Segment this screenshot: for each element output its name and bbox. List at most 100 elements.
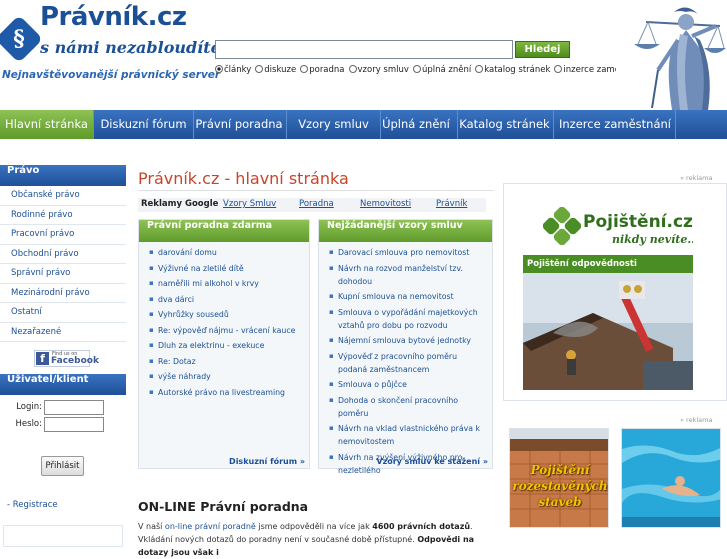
sidebar-law-item[interactable]: Mezinárodní právo	[0, 284, 126, 303]
online-text-part: jsme odpověděli na více jak	[255, 522, 373, 531]
ad-title: Pojištění.cz	[583, 212, 693, 232]
contract-templates-panel: Nejžádanější vzory smluv Darovací smlouv…	[318, 219, 493, 475]
nav-tab-4[interactable]: Vzory smluv	[287, 110, 381, 139]
login-label: Login:	[16, 402, 42, 412]
legal-advice-heading: Právní poradna zdarma	[139, 220, 309, 242]
login-input[interactable]	[44, 400, 104, 415]
forum-more-link[interactable]: Diskuzní fórum »	[229, 457, 305, 466]
law-category-list: Občanské právo Rodinné právo Pracovní práv…	[0, 186, 126, 342]
legal-question-link[interactable]: Re: Dotaz	[149, 355, 301, 368]
contract-template-link[interactable]: Výpověď z pracovního poměru podaná zaměs…	[329, 350, 484, 376]
nav-tab-3[interactable]: Právní poradna	[192, 110, 287, 139]
login-button[interactable]: Přihlásit	[41, 456, 84, 476]
search-scope-option[interactable]: vzory smluv	[348, 65, 409, 75]
swimming-pool-photo	[622, 429, 720, 527]
pool-ad[interactable]	[621, 428, 721, 528]
legal-question-link[interactable]: Autorské právo na livestreaming	[149, 386, 301, 399]
search-scope-label: vzory smluv	[357, 65, 409, 75]
sidebar-law-item[interactable]: Ostatní	[0, 303, 126, 323]
radio-button[interactable]	[215, 65, 223, 73]
search-scope-option[interactable]: úplná znění	[412, 65, 472, 75]
ad-link-vzory-smluv[interactable]: Vzory Smluv	[223, 199, 276, 209]
search-scope-option[interactable]: katalog stránek	[475, 65, 550, 75]
nav-tab-2[interactable]: Diskuzní fórum	[94, 110, 194, 139]
logo-paragraph-icon[interactable]: §	[0, 14, 44, 64]
search-input[interactable]	[215, 40, 513, 59]
login-row: Login:	[0, 400, 126, 416]
search-scope-label: úplná znění	[421, 65, 472, 75]
online-advice-link[interactable]: on-line právní poradně	[165, 522, 256, 531]
construction-insurance-ad[interactable]: Pojištění rozestavěných staveb	[509, 428, 609, 528]
search-scope-option[interactable]: poradna	[300, 65, 345, 75]
legal-question-link[interactable]: naměřili mi alkohol v krvy	[149, 277, 301, 290]
legal-question-link[interactable]: Výživné na zletilé dítě	[149, 262, 301, 275]
facebook-icon: f	[36, 352, 49, 365]
sidebar-law-item[interactable]: Pracovní právo	[0, 225, 126, 245]
legal-question-link[interactable]: darování domu	[149, 246, 301, 259]
radio-button[interactable]	[475, 65, 484, 73]
radio-button[interactable]	[348, 65, 357, 73]
legal-question-link[interactable]: Vyhrůžky sousedů	[149, 308, 301, 321]
law-heading: Právo	[0, 165, 126, 186]
templates-more-link[interactable]: Vzory smluv ke stažení »	[376, 457, 488, 466]
site-subtitle: Nejnavštěvovanější právnický server	[2, 69, 221, 81]
logo-letter: §	[13, 26, 25, 52]
site-header: § Právník.cz s námi nezabloudíte... Nejn…	[0, 0, 727, 110]
contract-template-link[interactable]: Kupní smlouva na nemovitost	[329, 290, 484, 303]
sidebar-law-item[interactable]: Rodinné právo	[0, 206, 126, 225]
ad-link-pravnik[interactable]: Právník	[436, 199, 467, 209]
nav-tab-6[interactable]: Katalog stránek	[456, 110, 554, 139]
search-scope-option[interactable]: diskuze	[255, 65, 296, 75]
search-scope-option[interactable]: články	[215, 65, 251, 75]
register-link-label: Registrace	[12, 500, 58, 510]
password-label: Heslo:	[15, 419, 42, 429]
sidebar-law-item[interactable]: Správní právo	[0, 264, 126, 284]
online-advice-text: V naší on-line právní poradně jsme odpov…	[138, 520, 494, 559]
legal-question-link[interactable]: výše náhrady	[149, 370, 301, 383]
legal-question-link[interactable]: Re: výpověď nájmu - vrácení kauce	[149, 324, 301, 337]
radio-button[interactable]	[554, 65, 563, 73]
small-ads: Pojištění rozestavěných staveb	[503, 422, 727, 545]
register-link[interactable]: - Registrace	[7, 500, 58, 510]
ad-link-nemovitosti[interactable]: Nemovitosti	[360, 199, 411, 209]
online-advice-heading: ON-LINE Právní poradna	[138, 499, 309, 514]
nav-tab-5[interactable]: Úplná znění	[375, 110, 458, 139]
facebook-badge[interactable]: f Find us on Facebook	[34, 350, 99, 367]
contract-templates-heading: Nejžádanější vzory smluv	[319, 220, 492, 242]
login-heading: Uživatel/klient	[0, 374, 126, 395]
contract-template-link[interactable]: Dohoda o skončení pracovního poměru	[329, 394, 484, 420]
radio-button[interactable]	[300, 65, 309, 73]
contract-template-link[interactable]: Darovací smlouva pro nemovitost	[329, 246, 484, 259]
legal-question-link[interactable]: Dluh za elektrinu - exekuce	[149, 339, 301, 352]
online-text-part: V naší	[138, 522, 165, 531]
insurance-ad-banner[interactable]: Pojištění.cz nikdy nevíte... Pojištění o…	[523, 204, 693, 390]
sidebar-law-item[interactable]: Občanské právo	[0, 186, 126, 206]
contract-template-link[interactable]: Nájemní smlouva bytové jednotky	[329, 334, 484, 347]
nav-tab-7[interactable]: Inzerce zaměstnání	[555, 110, 676, 139]
nav-tab-1[interactable]: Hlavní stránka	[0, 110, 94, 139]
sidebar-law-item[interactable]: Nezařazené	[0, 323, 126, 342]
radio-button[interactable]	[412, 65, 421, 73]
main-content: Právník.cz - hlavní stránka Reklamy Goog…	[138, 165, 494, 557]
construction-ad-title: Pojištění rozestavěných staveb	[512, 463, 608, 509]
contract-template-link[interactable]: Návrh na vklad vlastnického práva k nemo…	[329, 422, 484, 448]
google-ad-links: Reklamy Google Vzory Smluv Poradna Nemov…	[138, 198, 486, 212]
search-button[interactable]: Hledej	[515, 41, 570, 58]
contract-template-link[interactable]: Smlouva o půjčce	[329, 378, 484, 391]
sidebar-law-item[interactable]: Obchodní právo	[0, 245, 126, 264]
ad-label-top: « reklama	[680, 174, 713, 182]
radio-button[interactable]	[255, 65, 264, 73]
title-divider	[138, 190, 494, 191]
contract-template-link[interactable]: Smlouva o vypořádání majetkových vztahů …	[329, 306, 484, 332]
ad-link-poradna[interactable]: Poradna	[299, 199, 334, 209]
search-scope-label: katalog stránek	[484, 65, 551, 75]
page-title: Právník.cz - hlavní stránka	[138, 169, 349, 188]
firefighters-photo	[523, 273, 693, 390]
ad-box: Pojištění.cz nikdy nevíte... Pojištění o…	[503, 183, 727, 401]
facebook-big-text: Facebook	[51, 356, 99, 366]
password-input[interactable]	[44, 417, 104, 432]
contract-template-link[interactable]: Návrh na rozvod manželství tzv. dohodou	[329, 262, 484, 288]
left-sidebar: Právo Občanské právo Rodinné právo Pracovn…	[0, 165, 126, 547]
legal-question-link[interactable]: dva dárci	[149, 293, 301, 306]
site-name[interactable]: Právník.cz	[40, 2, 187, 32]
